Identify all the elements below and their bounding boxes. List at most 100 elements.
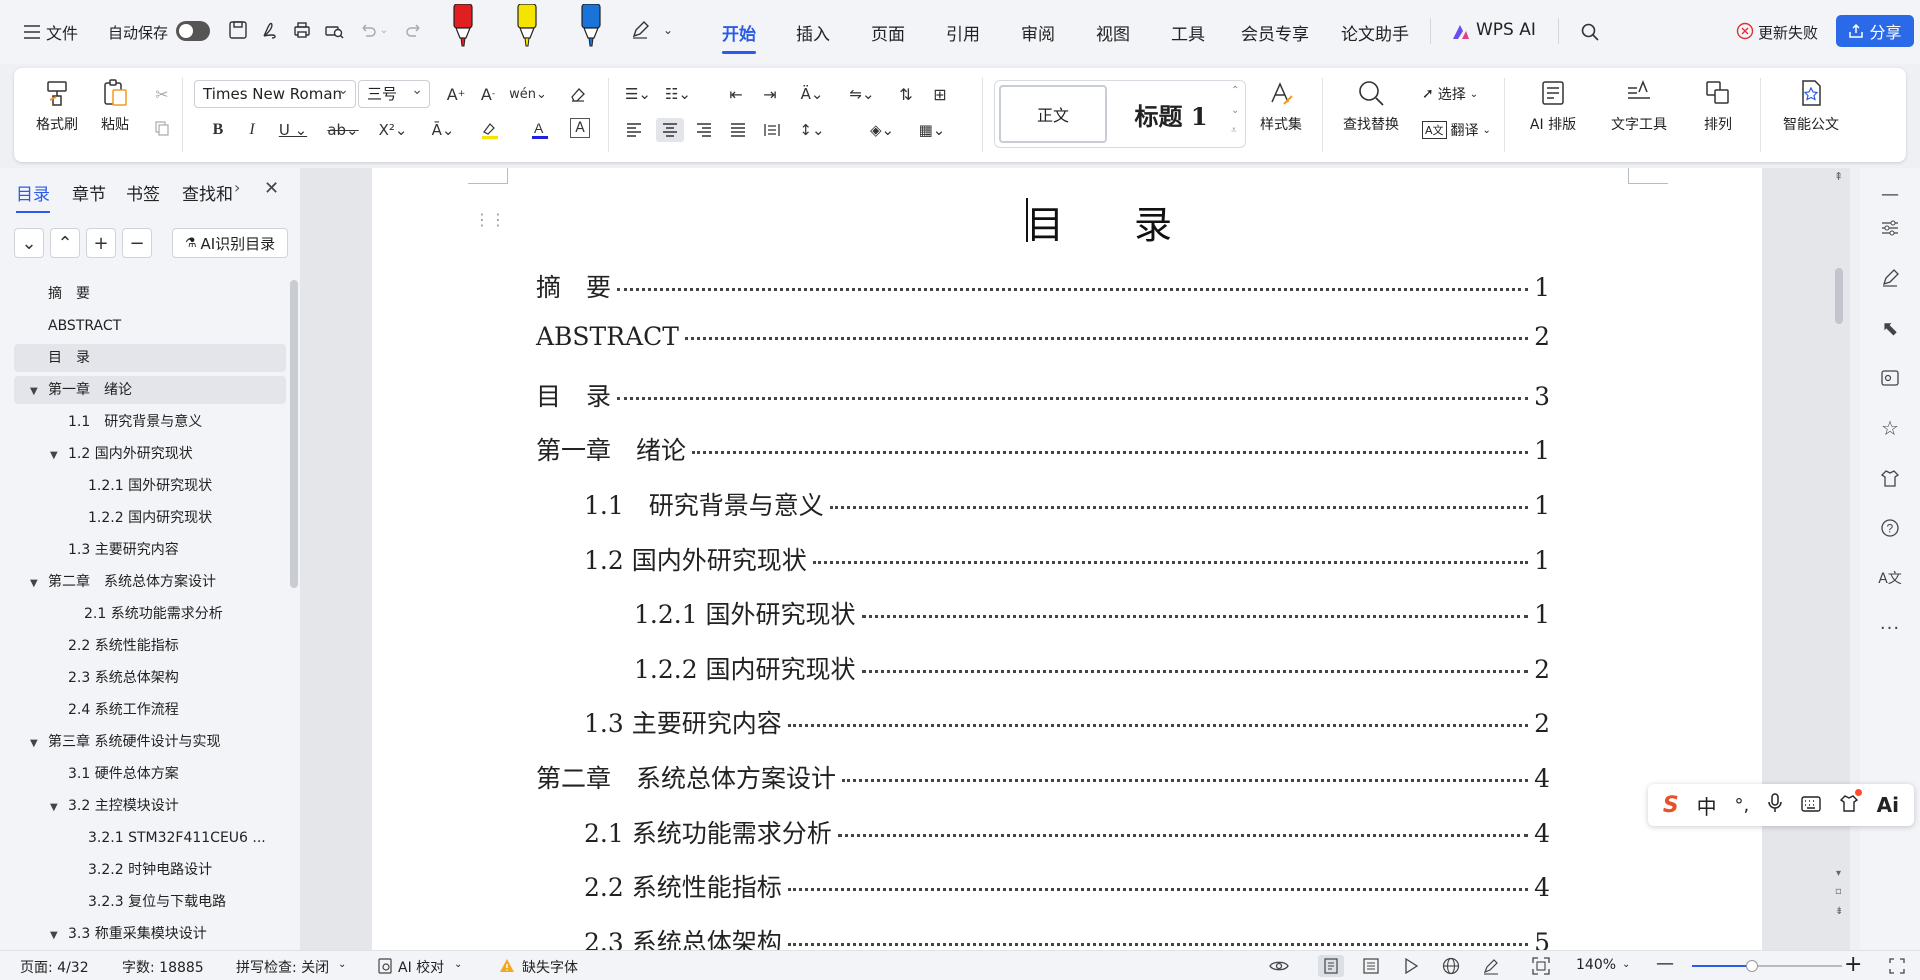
pen-tool-icon[interactable] (628, 18, 652, 42)
translate-side-icon[interactable]: A文 (1876, 564, 1904, 592)
write-mode-icon[interactable] (1480, 955, 1502, 977)
cut-icon[interactable]: ✂ (150, 82, 174, 106)
toc-tree-item[interactable]: 3.2.2 时钟电路设计 (14, 856, 286, 884)
document-page[interactable]: ⋮⋮ 目 录 摘 要 1 ABSTRACT 2 目 录 3 第一章 绪论 1 1.1 研… (372, 168, 1762, 950)
translate-button[interactable]: A文 翻译 ⌄ (1422, 120, 1491, 140)
toc-entry[interactable]: 1.2.2 国内研究现状 2 (634, 650, 1550, 686)
toc-entry[interactable]: 2.3 系统总体架构 5 (584, 923, 1550, 950)
toc-tree-item[interactable]: 1.2.2 国内研究现状 (14, 504, 286, 532)
nav-scrollbar[interactable] (290, 280, 298, 588)
tab-member[interactable]: 会员专享 (1241, 20, 1309, 45)
highlight-color-icon[interactable] (474, 118, 508, 142)
toc-entry[interactable]: 第二章 系统总体方案设计 4 (536, 759, 1550, 795)
zoom-level[interactable]: 140% (1576, 957, 1616, 973)
more-options-icon[interactable]: ··· (1876, 614, 1904, 642)
ai-proofread-dropdown-icon[interactable]: ⌄ (454, 959, 462, 970)
fullscreen-icon[interactable] (1886, 955, 1908, 977)
char-border-icon[interactable]: A (570, 118, 590, 138)
search-icon[interactable] (1578, 20, 1602, 44)
expand-caret-icon[interactable]: ▼ (30, 386, 38, 397)
toc-tree-item[interactable]: 2.3 系统总体架构 (14, 664, 286, 692)
format-painter-button[interactable]: 格式刷 (26, 78, 88, 134)
bullet-list-icon[interactable]: ☰⌄ (622, 82, 654, 106)
font-name-select[interactable]: Times New Roman (194, 80, 356, 108)
text-effect-icon[interactable]: Ā⌄ (426, 118, 460, 142)
wps-ai-icon[interactable] (1450, 21, 1472, 43)
undo-dropdown-icon[interactable]: ⌄ (378, 18, 390, 42)
collapse-level-button[interactable]: ⌄ (14, 228, 44, 258)
toc-tree-item[interactable]: 1.3 主要研究内容 (14, 536, 286, 564)
phonetic-guide-icon[interactable]: wén⌄ (509, 82, 547, 106)
redo-icon[interactable] (402, 18, 426, 42)
tab-page[interactable]: 页面 (871, 20, 905, 45)
spellcheck-status[interactable]: 拼写检查: 关闭 (236, 957, 329, 977)
share-button[interactable]: 分享 (1836, 15, 1914, 47)
justify-icon[interactable] (726, 118, 750, 142)
sparkle-star-icon[interactable]: ☆ (1876, 414, 1904, 442)
yellow-marker-icon[interactable] (516, 3, 538, 48)
grow-font-icon[interactable]: A + (444, 82, 468, 106)
missing-font-label[interactable]: 缺失字体 (522, 957, 578, 977)
font-color-icon[interactable]: A (524, 118, 558, 142)
toc-entry[interactable]: 摘 要 1 (536, 268, 1550, 304)
distributed-align-icon[interactable] (760, 118, 784, 142)
toc-entry[interactable]: 2.1 系统功能需求分析 4 (584, 814, 1550, 850)
print-preview-icon[interactable] (322, 18, 346, 42)
style-normal[interactable]: 正文 (999, 85, 1107, 143)
line-spacing-icon[interactable]: ↕⌄ (796, 118, 828, 142)
update-failed-label[interactable]: 更新失败 (1758, 22, 1818, 43)
help-icon[interactable]: ? (1876, 514, 1904, 542)
gallery-up-icon[interactable]: ⌃ (1231, 85, 1239, 96)
outline-view-icon[interactable] (1360, 955, 1382, 977)
select-browse-icon[interactable]: ▫ (1835, 886, 1842, 897)
zoom-slider[interactable] (1692, 960, 1842, 972)
zoom-in-icon[interactable]: + (1844, 952, 1862, 977)
undo-icon[interactable] (356, 18, 380, 42)
autosave-toggle[interactable] (176, 21, 210, 41)
eye-protection-icon[interactable] (1268, 955, 1290, 977)
ime-ai-button[interactable]: Ai (1877, 793, 1899, 817)
smart-doc-button[interactable]: 智能公文 (1770, 78, 1852, 134)
toc-tree-item[interactable]: 第一章 绪论 (14, 376, 286, 404)
next-page-icon[interactable]: ⇟ (1835, 906, 1843, 917)
ai-proofread-icon[interactable] (374, 955, 396, 977)
nav-tab-bookmarks[interactable]: 书签 (126, 180, 160, 205)
remove-toc-item-button[interactable]: − (122, 228, 152, 258)
increase-indent-icon[interactable]: ⇥ (758, 82, 782, 106)
print-icon[interactable] (290, 18, 314, 42)
clear-format-icon[interactable] (566, 82, 590, 106)
punctuation-icon[interactable]: °, (1735, 795, 1750, 816)
tab-paper-assistant[interactable]: 论文助手 (1341, 20, 1409, 45)
hamburger-menu-icon[interactable] (20, 20, 44, 44)
toc-tree-item[interactable]: 第三章 系统硬件设计与实现 (14, 728, 286, 756)
chevron-right-icon[interactable]: › (234, 178, 240, 197)
nav-tab-toc[interactable]: 目录 (16, 180, 50, 213)
spellcheck-dropdown-icon[interactable]: ⌄ (338, 959, 346, 970)
toc-entry[interactable]: 1.2 国内外研究现状 1 (584, 541, 1550, 577)
pen-dropdown-icon[interactable]: ⌄ (660, 18, 676, 42)
style-set-button[interactable]: 样式集 (1250, 78, 1312, 134)
shading-icon[interactable]: ◈⌄ (866, 118, 898, 142)
align-right-icon[interactable] (692, 118, 716, 142)
word-count[interactable]: 字数: 18885 (122, 957, 204, 977)
toc-entry[interactable]: 1.2.1 国外研究现状 1 (634, 595, 1550, 631)
web-view-icon[interactable] (1440, 955, 1462, 977)
borders-icon[interactable]: ▦⌄ (916, 118, 948, 142)
toc-tree-item[interactable]: 3.2.1 STM32F411CEU6 ... (14, 824, 286, 852)
nav-tab-find[interactable]: 查找和 (182, 180, 234, 205)
sort-icon[interactable]: ⇅ (894, 82, 918, 106)
strikethrough-icon[interactable]: ab⌄ (326, 118, 360, 142)
sort-direction-icon[interactable]: ⇋⌄ (846, 82, 878, 106)
shirt-theme-icon[interactable] (1876, 464, 1904, 492)
ai-image-icon[interactable] (1876, 364, 1904, 392)
pointer-icon[interactable]: ⬉ (1876, 314, 1904, 342)
select-button[interactable]: ➚ 选择 ⌄ (1422, 84, 1478, 104)
wps-ai-tab[interactable]: WPS AI (1476, 20, 1536, 40)
tab-home[interactable]: 开始 (722, 20, 756, 54)
numbered-list-icon[interactable]: ☷⌄ (662, 82, 694, 106)
toc-tree-item[interactable]: ABSTRACT (14, 312, 286, 340)
tab-view[interactable]: 视图 (1096, 20, 1130, 45)
underline-icon[interactable]: U ⌄ (276, 118, 310, 142)
align-left-icon[interactable] (622, 118, 646, 142)
font-size-select[interactable]: 三号 (358, 80, 430, 108)
